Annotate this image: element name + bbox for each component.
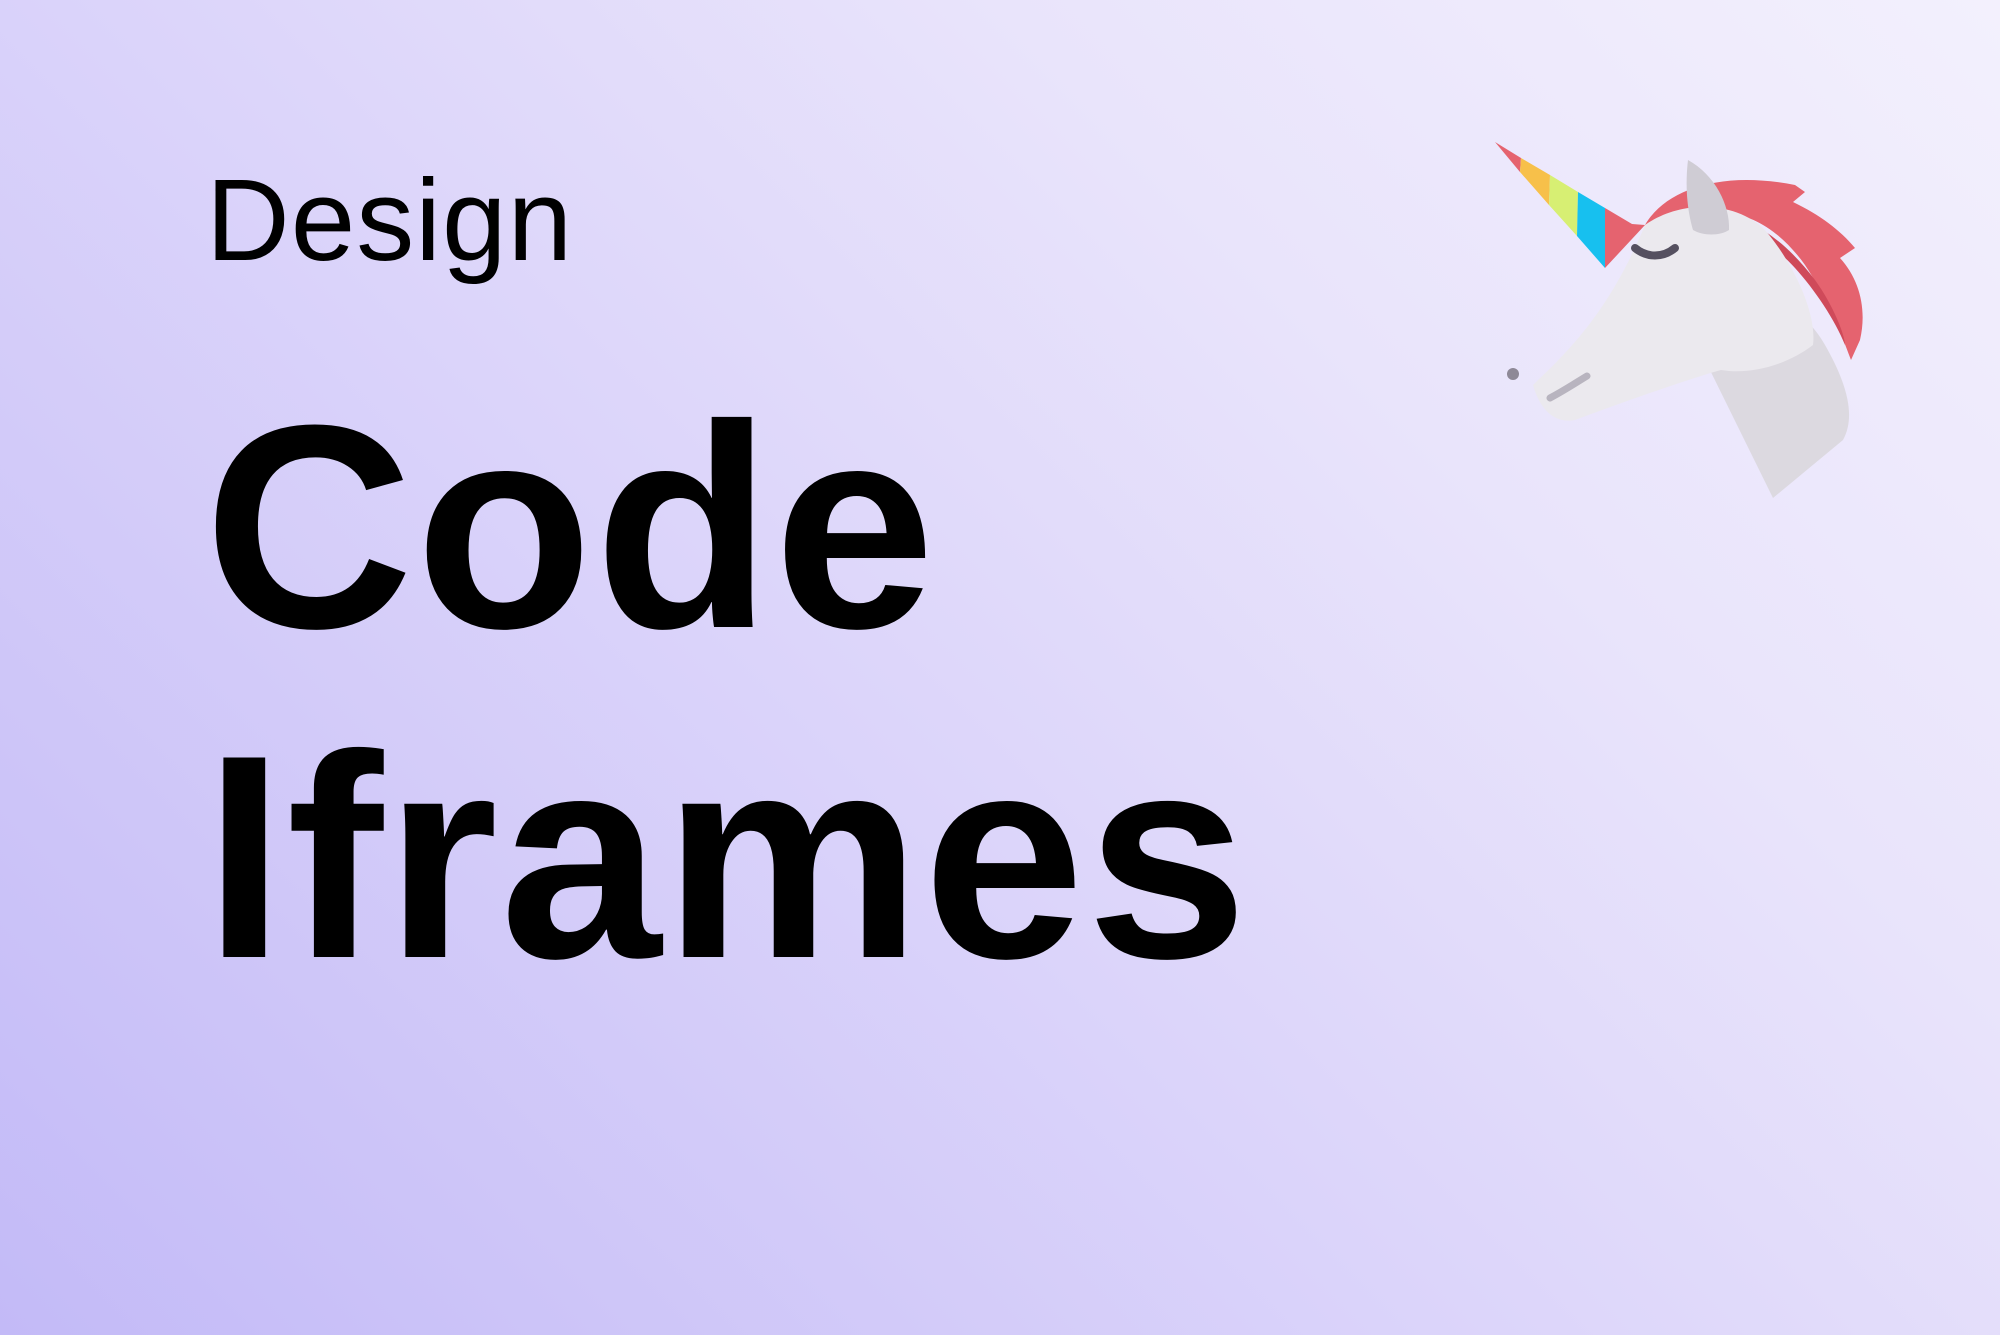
title-line-2: Iframes <box>204 695 1250 1019</box>
article-card: Design Code Iframes <box>0 0 2000 1335</box>
unicorn-nostril <box>1507 368 1519 380</box>
category-label: Design <box>206 155 574 285</box>
unicorn-horn-stripe-3 <box>1549 175 1578 236</box>
unicorn-horn-stripe-2 <box>1520 158 1550 205</box>
unicorn-horn-stripe-1 <box>1495 142 1521 172</box>
title-line-1: Code <box>204 365 937 689</box>
unicorn-icon <box>1495 142 1863 498</box>
article-title: Code Iframes <box>204 362 1250 1022</box>
unicorn-horn-stripe-4 <box>1577 192 1605 268</box>
